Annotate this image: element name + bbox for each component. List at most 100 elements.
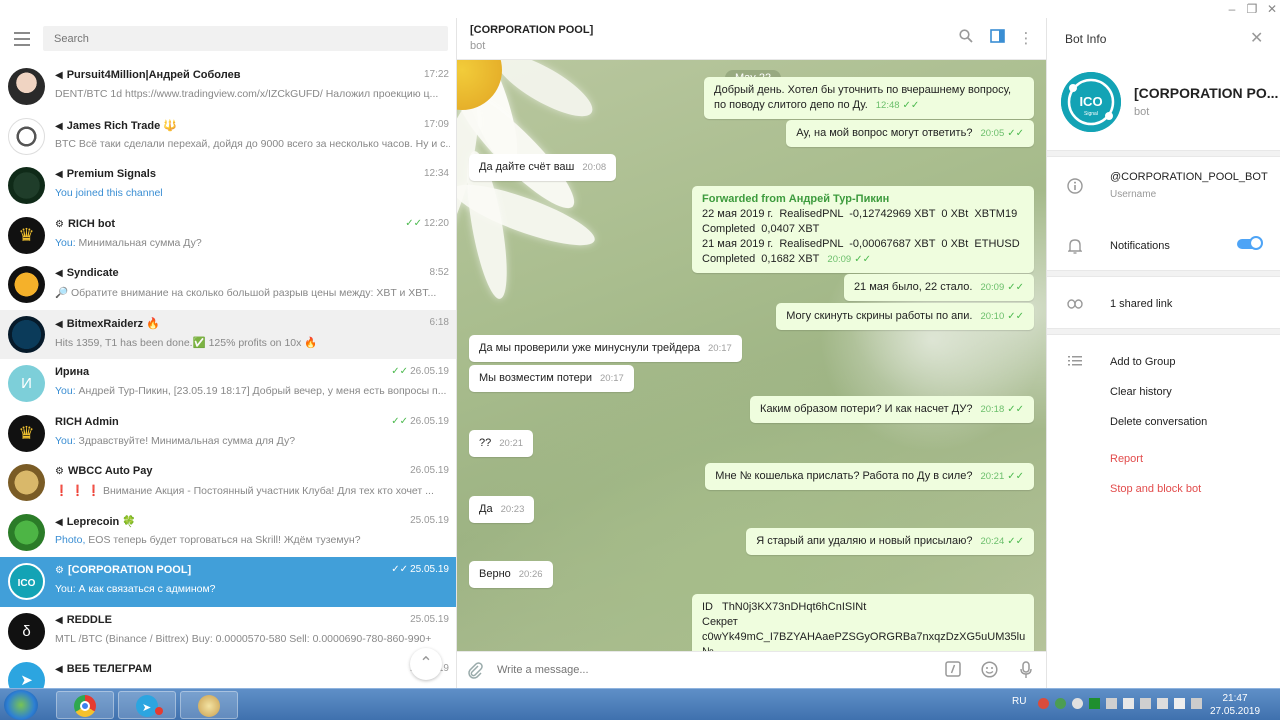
taskbar-chrome[interactable] <box>56 691 114 719</box>
chat-preview: You: Здравствуйте! Минимальная сумма для… <box>55 435 450 447</box>
chat-row[interactable]: ⚙ WBCC Auto Pay 26.05.19 ❗ ❗ ❗ Внимание Акц… <box>0 458 456 508</box>
delete-conversation-button[interactable]: Delete conversation <box>1110 416 1207 428</box>
chat-name-text: James Rich Trade 🔱 <box>66 119 178 132</box>
avatar <box>8 315 45 353</box>
incoming-message[interactable]: Да дайте счёт ваш 20:08 <box>469 154 617 181</box>
message-time-text: 20:21 <box>499 438 524 449</box>
wallpaper-flower <box>457 60 717 320</box>
message-time: 20:23 <box>501 504 525 515</box>
taskbar-paint[interactable] <box>180 691 238 719</box>
chat-time: 17:22 <box>424 69 449 80</box>
chat-row[interactable]: ◀ James Rich Trade 🔱 17:09 BTC Всё таки сде… <box>0 112 456 162</box>
bot-username[interactable]: @CORPORATION_POOL_BOT <box>1110 171 1268 183</box>
incoming-message[interactable]: Верно 20:26 <box>469 561 553 588</box>
preview-text: BTC Всё таки сделали перехай, дойдя до 9… <box>55 137 450 150</box>
chat-row[interactable]: ➤◀ВЕБ ТЕЛЕГРАМ24.05.19 <box>0 656 456 688</box>
chat-name-text: Ирина <box>55 366 90 378</box>
close-icon[interactable]: ✕ <box>1250 28 1263 48</box>
preview-text: DENT/BTC 1d https://www.tradingview.com/… <box>55 88 439 100</box>
minimize-icon[interactable]: – <box>1222 0 1242 18</box>
preview-text: Здравствуйте! Минимальная сумма для Ду? <box>75 434 296 447</box>
menu-icon[interactable] <box>14 32 30 46</box>
forwarded-header[interactable]: Forwarded from Андрей Тур-Пикин <box>702 192 1024 207</box>
add-to-group-button[interactable]: Add to Group <box>1110 356 1175 368</box>
chat-name-text: Pursuit4Million|Андрей Соболев <box>66 69 241 81</box>
incoming-message[interactable]: Да мы проверили уже минуснули трейдера 20… <box>469 335 742 362</box>
restore-icon[interactable]: ❐ <box>1242 0 1262 18</box>
message-input[interactable] <box>497 660 937 680</box>
sidebar-toggle-icon[interactable] <box>987 29 1007 49</box>
taskbar-telegram[interactable]: ➤ <box>118 691 176 719</box>
outgoing-message[interactable]: Ау, на мой вопрос могут ответить? 20:05 ✓✓ <box>786 120 1034 147</box>
message-time: 20:05 ✓✓ <box>980 128 1024 139</box>
message-area[interactable]: May 22 Добрый день. Хотел бы уточнить по… <box>457 60 1046 651</box>
notifications-toggle[interactable] <box>1237 236 1263 250</box>
attach-icon[interactable] <box>467 661 483 684</box>
chat-time: 12:34 <box>424 168 449 179</box>
scroll-up-button[interactable]: ⌃ <box>410 648 442 680</box>
emoji-icon[interactable] <box>979 661 999 681</box>
chat-row[interactable]: ◀ Syndicate 8:52 🔎 Обратите внимание на ско… <box>0 260 456 310</box>
chat-row[interactable]: ◀ Leprecoin 🍀 25.05.19 Photo, EOS теперь бу… <box>0 508 456 558</box>
outgoing-message[interactable]: Могу скинуть скрины работы по апи. 20:10 ✓… <box>776 303 1034 330</box>
outgoing-message[interactable]: Я старый апи удаляю и новый присылаю? 20:… <box>746 528 1034 555</box>
chat-name-text: RICH Admin <box>55 415 119 428</box>
message-time: 20:18 ✓✓ <box>980 404 1024 415</box>
chat-name-text: Leprecoin 🍀 <box>66 515 137 528</box>
close-window-icon[interactable]: ✕ <box>1262 0 1280 18</box>
message-time-text: 20:24 <box>980 536 1005 547</box>
chat-name: ◀ ВЕБ ТЕЛЕГРАМ <box>55 663 152 675</box>
more-options-icon[interactable]: ⋮ <box>1016 29 1036 49</box>
message-text: Каким образом потери? И как насчет ДУ? <box>760 403 973 415</box>
chat-row[interactable]: ♛ ⚙ RICH bot ✓✓ 12:20 You: Минимальная сумма … <box>0 211 456 261</box>
chat-row[interactable]: ICO ⚙ [CORPORATION POOL] ✓✓ 25.05.19 You: А к… <box>0 557 456 607</box>
incoming-message[interactable]: Мы возместим потери 20:17 <box>469 365 634 392</box>
chat-row[interactable]: ◀ Pursuit4Million|Андрей Соболев 17:22 DENT… <box>0 62 456 112</box>
conversation-title[interactable]: [CORPORATION POOL] <box>470 24 593 36</box>
message-time: 20:21 <box>499 438 523 449</box>
clear-history-button[interactable]: Clear history <box>1110 386 1172 398</box>
conversation-panel: [CORPORATION POOL] bot ⋮ May 22 <box>457 18 1046 688</box>
stop-and-block-bot-button[interactable]: Stop and block bot <box>1110 483 1201 495</box>
chat-row[interactable]: ♛ RICH Admin ✓✓ 26.05.19 You: Здравствуйте! … <box>0 409 456 459</box>
chat-preview: You: Андрей Тур-Пикин, [23.05.19 18:17] … <box>55 385 450 397</box>
chat-row[interactable]: δ ◀ REDDLE 25.05.19 MTL /BTC (Binance / Bitt… <box>0 607 456 657</box>
start-button[interactable] <box>4 690 38 720</box>
microphone-icon[interactable] <box>1016 661 1036 681</box>
message-text: Да мы проверили уже минуснули трейдера <box>479 342 701 354</box>
bot-info-panel: Bot Info ✕ ICO Signal [CORPORATION PO...… <box>1046 18 1280 688</box>
chat-preview: You: А как связаться с админом? <box>55 583 450 595</box>
chat-preview: 🔎 Обратите внимание на сколько большой р… <box>55 286 450 299</box>
commands-icon[interactable] <box>943 661 963 681</box>
chat-preview: Hits 1359, T1 has been done.✅ 125% profi… <box>55 336 450 349</box>
read-check-icon: ✓✓ <box>1007 128 1024 139</box>
outgoing-message[interactable]: Каким образом потери? И как насчет ДУ? 20… <box>750 396 1034 423</box>
chat-row[interactable]: ◀ BitmexRaiderz 🔥 6:18 Hits 1359, T1 has be… <box>0 309 456 359</box>
svg-text:ICO: ICO <box>1079 94 1102 109</box>
search-input[interactable] <box>43 26 448 51</box>
message-time-text: 20:08 <box>582 162 607 173</box>
preview-sender: You: <box>55 583 76 595</box>
system-clock[interactable]: 21:47 27.05.2019 <box>1210 692 1260 718</box>
outgoing-message[interactable]: Forwarded from Андрей Тур-Пикин 22 мая 20… <box>692 186 1034 273</box>
bot-avatar[interactable]: ICO Signal <box>1061 72 1121 132</box>
report-button[interactable]: Report <box>1110 453 1143 465</box>
chat-row[interactable]: И Ирина ✓✓ 26.05.19 You: Андрей Тур-Пикин, [… <box>0 359 456 409</box>
message-text: 21 мая было, 22 стало. <box>853 281 973 293</box>
channel-icon: ◀ <box>55 614 63 626</box>
channel-icon: ◀ <box>55 664 63 675</box>
language-indicator[interactable]: RU <box>1012 696 1026 707</box>
incoming-message[interactable]: Да 20:23 <box>469 496 535 523</box>
outgoing-message[interactable]: Добрый день. Хотел бы уточнить по вчераш… <box>704 77 1034 119</box>
outgoing-message[interactable]: Мне № кошелька прислать? Работа по Ду в … <box>705 463 1034 490</box>
tray-icons[interactable] <box>1038 698 1203 712</box>
avatar: ICO <box>8 563 45 600</box>
search-icon[interactable] <box>956 29 976 49</box>
incoming-message[interactable]: ?? 20:21 <box>469 430 534 457</box>
chat-list-panel: ◀ Pursuit4Million|Андрей Соболев 17:22 DENT… <box>0 18 457 688</box>
outgoing-message[interactable]: 21 мая было, 22 стало. 20:09 ✓✓ <box>843 274 1034 301</box>
read-check-icon: ✓✓ <box>391 564 409 575</box>
shared-links-item[interactable]: 1 shared link <box>1110 298 1172 310</box>
chat-row[interactable]: ◀ Premium Signals 12:34 You joined this cha… <box>0 161 456 211</box>
outgoing-message[interactable]: ID ThN0j3KX73nDHqt6hCnISINt Секрет c0wYk… <box>692 594 1034 651</box>
